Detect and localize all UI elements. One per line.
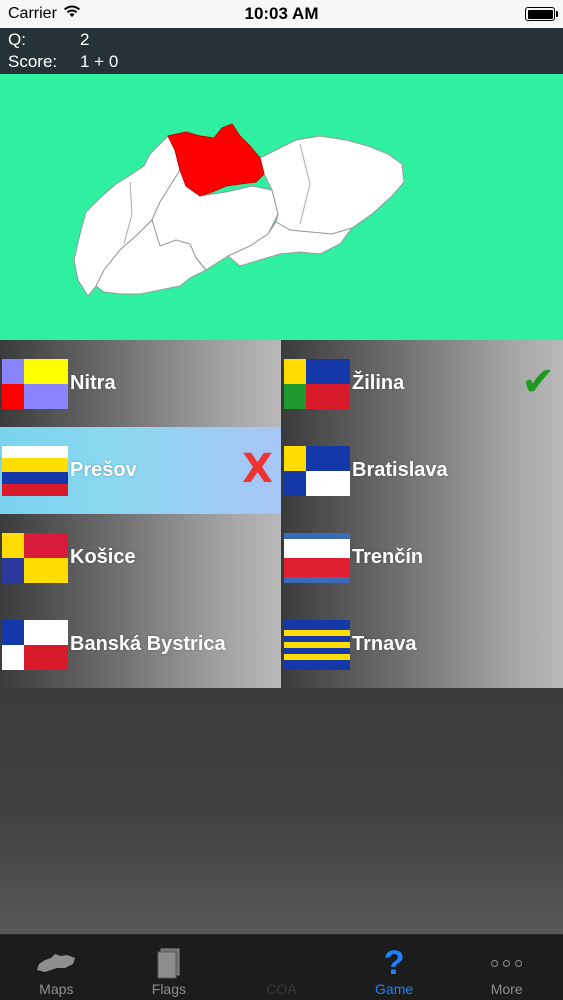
status-left: Carrier xyxy=(8,5,81,23)
question-icon: ? xyxy=(383,944,405,982)
tab-label: Game xyxy=(375,981,414,997)
wifi-icon xyxy=(63,5,81,23)
question-row: Q: 2 xyxy=(8,29,555,51)
answer-grid: Nitra Žilina ✔ Prešov X Bratislava Košic… xyxy=(0,340,563,688)
answer-label: Prešov xyxy=(70,459,137,481)
answer-option-kosice[interactable]: Košice xyxy=(0,514,281,601)
answer-option-bratislava[interactable]: Bratislava xyxy=(282,427,563,514)
battery-icon xyxy=(525,7,558,21)
map-icon xyxy=(35,945,77,981)
score-row: Score: 1 + 0 xyxy=(8,51,555,73)
answer-option-trencin[interactable]: Trenčín xyxy=(282,514,563,601)
tab-label: Maps xyxy=(39,981,74,997)
flag-icon-trencin xyxy=(284,532,350,583)
wrong-x-icon: X xyxy=(242,446,273,492)
map-area xyxy=(0,74,563,340)
flag-icon-banska-bystrica xyxy=(2,619,68,670)
flag-icon-nitra xyxy=(2,358,68,409)
answer-label: Košice xyxy=(70,546,136,568)
quiz-header: Q: 2 Score: 1 + 0 xyxy=(0,28,563,74)
flag-icon-presov xyxy=(2,445,68,496)
slovakia-map xyxy=(73,123,405,297)
status-bar: Carrier 10:03 AM xyxy=(0,0,563,28)
correct-check-icon: ✔ xyxy=(521,359,555,405)
status-time: 10:03 AM xyxy=(244,4,319,23)
answer-option-zilina[interactable]: Žilina ✔ xyxy=(282,340,563,427)
tab-label: Flags xyxy=(151,981,186,997)
tab-game[interactable]: ? Game xyxy=(338,935,451,1000)
answer-label: Nitra xyxy=(70,372,116,394)
tab-flags[interactable]: Flags xyxy=(113,935,226,1000)
answer-option-trnava[interactable]: Trnava xyxy=(282,601,563,688)
flag-icon-trnava xyxy=(284,619,350,670)
score-value: 1 + 0 xyxy=(80,52,119,71)
answer-label: Bratislava xyxy=(352,459,448,481)
answer-label: Žilina xyxy=(352,372,405,394)
carrier-label: Carrier xyxy=(8,5,57,22)
answer-option-presov[interactable]: Prešov X xyxy=(0,427,281,514)
answer-label: Trenčín xyxy=(352,546,424,568)
answer-option-nitra[interactable]: Nitra xyxy=(0,340,281,427)
flag-icon-bratislava xyxy=(284,445,350,496)
more-icon xyxy=(491,945,523,981)
answer-label: Trnava xyxy=(352,633,417,655)
tab-coa[interactable]: COA xyxy=(225,935,338,1000)
flags-icon xyxy=(155,945,183,981)
flag-icon-kosice xyxy=(2,532,68,583)
flag-icon-zilina xyxy=(284,358,350,409)
answer-option-banska-bystrica[interactable]: Banská Bystrica xyxy=(0,601,281,688)
tab-maps[interactable]: Maps xyxy=(0,935,113,1000)
tab-label: More xyxy=(490,981,523,997)
tab-bar: Maps Flags COA ? Game More xyxy=(0,934,563,1000)
empty-panel xyxy=(0,688,563,934)
question-label: Q: xyxy=(8,30,26,49)
map-region-east xyxy=(259,135,405,235)
score-label: Score: xyxy=(8,52,58,71)
answer-label: Banská Bystrica xyxy=(70,633,226,655)
tab-more[interactable]: More xyxy=(450,935,563,1000)
tab-label: COA xyxy=(266,981,297,997)
question-number: 2 xyxy=(80,30,90,49)
